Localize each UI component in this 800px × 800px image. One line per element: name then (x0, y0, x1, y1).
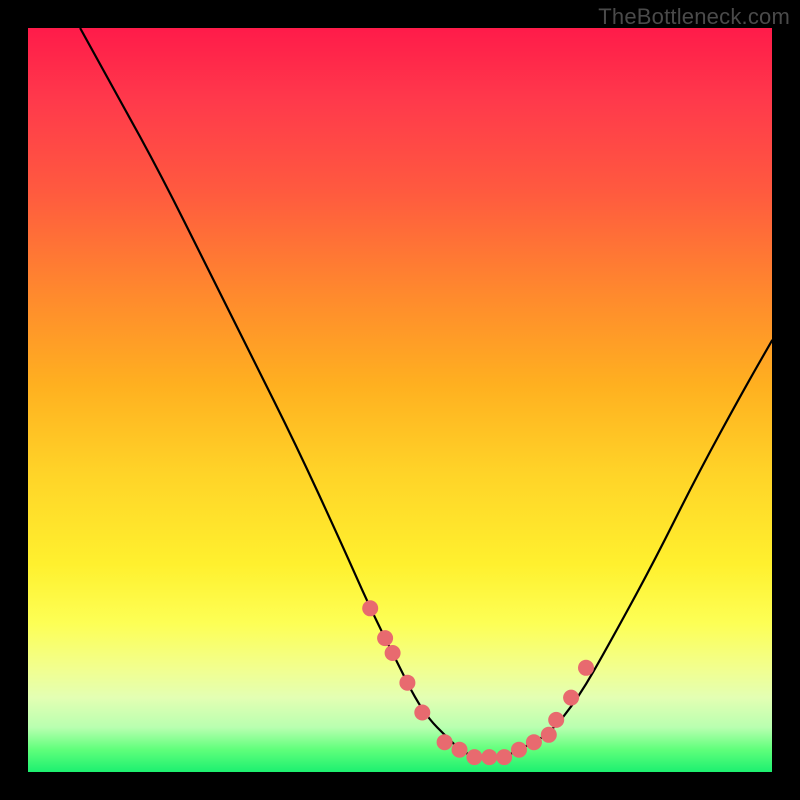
marker-point (377, 630, 393, 646)
marker-point (414, 705, 430, 721)
marker-point (548, 712, 564, 728)
marker-point (563, 690, 579, 706)
bottleneck-curve (80, 28, 772, 757)
marker-point (399, 675, 415, 691)
plot-area (28, 28, 772, 772)
highlight-markers (362, 600, 594, 765)
marker-point (452, 742, 468, 758)
chart-frame: TheBottleneck.com (0, 0, 800, 800)
marker-point (466, 749, 482, 765)
marker-point (481, 749, 497, 765)
marker-point (541, 727, 557, 743)
marker-point (578, 660, 594, 676)
marker-point (362, 600, 378, 616)
marker-point (526, 734, 542, 750)
marker-point (496, 749, 512, 765)
marker-point (437, 734, 453, 750)
marker-point (511, 742, 527, 758)
watermark-text: TheBottleneck.com (598, 4, 790, 30)
bottleneck-curve-svg (28, 28, 772, 772)
marker-point (385, 645, 401, 661)
